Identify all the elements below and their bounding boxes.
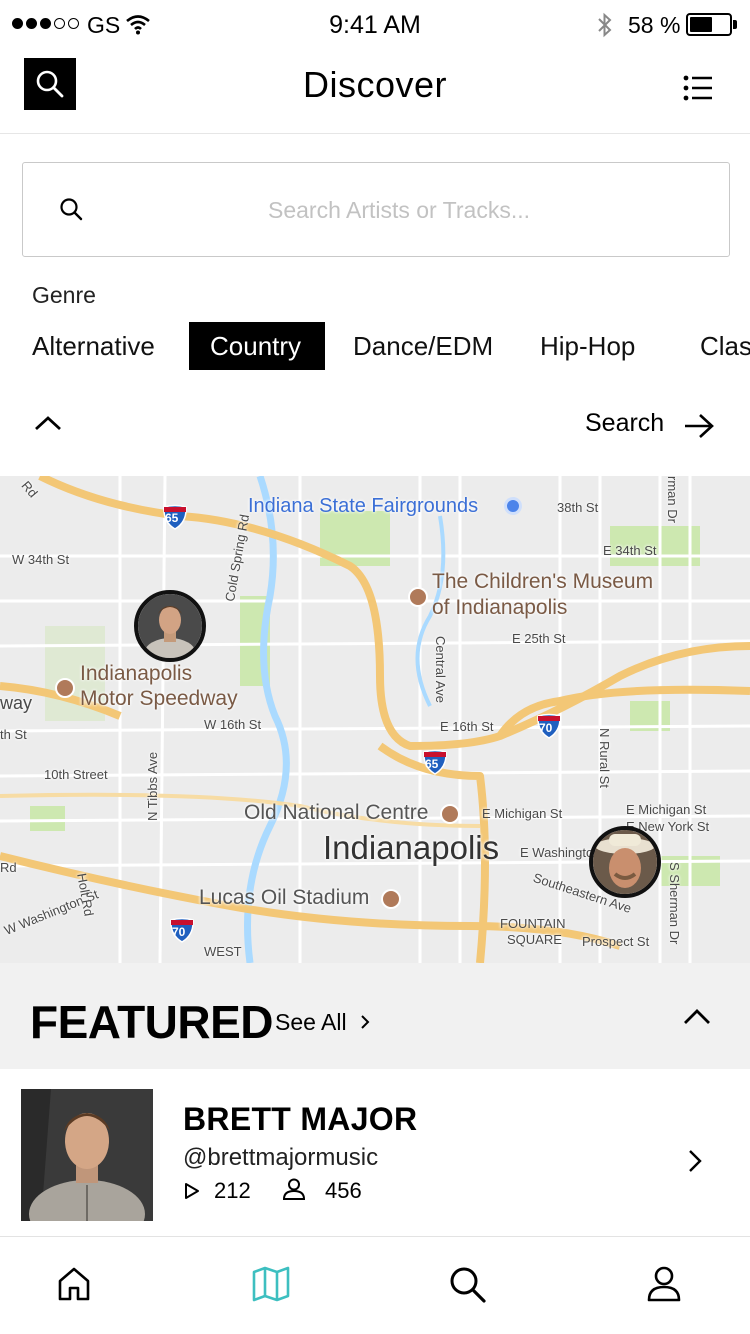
stadium-marker-icon bbox=[381, 889, 401, 909]
genre-chip-dance-edm[interactable]: Dance/EDM bbox=[332, 322, 514, 370]
map-label-th-st: th St bbox=[0, 727, 27, 742]
map-label-i65-top: 65 bbox=[165, 511, 179, 525]
genre-chip-classical[interactable]: Clas bbox=[679, 322, 750, 370]
featured-title: FEATURED bbox=[30, 996, 274, 1048]
search-field[interactable] bbox=[22, 162, 730, 257]
play-count-icon bbox=[185, 1183, 199, 1199]
map-label-fairgrounds: Indiana State Fairgrounds bbox=[248, 495, 479, 517]
map-label-central: Central Ave bbox=[433, 636, 448, 703]
map-label-38th: 38th St bbox=[557, 500, 599, 515]
map-label-sherman: S Sherman Dr bbox=[667, 862, 682, 945]
user-icon[interactable] bbox=[646, 1266, 682, 1302]
follower-count: 456 bbox=[325, 1178, 362, 1203]
search-input[interactable] bbox=[119, 183, 679, 238]
followers-icon bbox=[282, 1178, 306, 1200]
map-label-w16th: W 16th St bbox=[204, 717, 262, 732]
map-label-way: way bbox=[0, 693, 33, 713]
speedway-marker-icon bbox=[55, 678, 75, 698]
map-label-e-michigan: E Michigan St bbox=[626, 802, 707, 817]
page-title: Discover bbox=[302, 64, 448, 105]
map-label-speedway-1: Indianapolis bbox=[80, 662, 193, 685]
map-label-rural: N Rural St bbox=[597, 728, 612, 788]
map-label-centre: Old National Centre bbox=[244, 801, 429, 824]
artist-avatar bbox=[593, 830, 657, 894]
map-label-rd: Rd bbox=[0, 860, 17, 875]
map-label-i65-mid: 65 bbox=[425, 757, 439, 771]
map-label-w34th: W 34th St bbox=[12, 552, 70, 567]
app-header: Discover bbox=[0, 50, 750, 134]
museum-marker-icon bbox=[408, 587, 428, 607]
bluetooth-icon bbox=[598, 12, 612, 38]
map-label-speedway-2: Motor Speedway bbox=[80, 687, 238, 710]
genre-chip-hip-hop[interactable]: Hip-Hop bbox=[519, 322, 656, 370]
artist-avatar bbox=[138, 594, 202, 658]
home-icon[interactable] bbox=[57, 1266, 91, 1302]
map-label-museum-1: The Children's Museum bbox=[432, 570, 654, 593]
map-label-fountain-2: SQUARE bbox=[507, 932, 562, 947]
list-menu-icon[interactable] bbox=[682, 74, 714, 102]
chevron-right-icon[interactable] bbox=[688, 1149, 702, 1173]
genre-chip-alternative[interactable]: Alternative bbox=[11, 322, 176, 370]
map-label-i70-bottom: 70 bbox=[172, 925, 186, 939]
map-view[interactable]: 65 65 70 70 Indiana State Fairgrounds 38… bbox=[0, 476, 750, 963]
battery-nub bbox=[733, 20, 737, 29]
venue-marker-icon bbox=[440, 804, 460, 824]
featured-artist-row[interactable]: BRETT MAJOR @brettmajormusic 212 456 bbox=[0, 1069, 750, 1237]
artist-pin-cowboy[interactable] bbox=[589, 826, 661, 898]
place-marker-icon bbox=[504, 497, 522, 515]
status-bar: GS 9:41 AM 58 % bbox=[0, 0, 750, 50]
genre-selector: Alternative Country Dance/EDM Hip-Hop Cl… bbox=[0, 322, 750, 370]
play-count: 212 bbox=[214, 1178, 251, 1203]
bottom-tab-bar bbox=[0, 1238, 750, 1334]
featured-section-header: FEATURED See All bbox=[0, 963, 750, 1069]
map-label-sherman-top: rman Dr bbox=[665, 476, 680, 523]
genre-label: Genre bbox=[32, 282, 96, 308]
see-all-link[interactable]: See All bbox=[275, 1009, 347, 1036]
map-label-michigan: E Michigan St bbox=[482, 806, 563, 821]
artist-handle: @brettmajormusic bbox=[183, 1144, 379, 1171]
map-label-lucas: Lucas Oil Stadium bbox=[199, 886, 370, 909]
map-label-fountain-1: FOUNTAIN bbox=[500, 916, 566, 931]
map-label-tibbs: N Tibbs Ave bbox=[145, 751, 160, 821]
map-label-museum-2: of Indianapolis bbox=[432, 596, 568, 619]
map-label-west: WEST bbox=[204, 944, 242, 959]
genre-chip-country[interactable]: Country bbox=[189, 322, 325, 370]
artist-portrait bbox=[21, 1089, 153, 1221]
map-label-10th: 10th Street bbox=[44, 767, 108, 782]
map-icon[interactable] bbox=[252, 1266, 290, 1302]
arrow-right-icon[interactable] bbox=[683, 413, 715, 439]
search-icon bbox=[60, 198, 83, 221]
artist-pin-brett[interactable] bbox=[134, 590, 206, 662]
search-icon[interactable] bbox=[449, 1266, 487, 1304]
search-submit-link[interactable]: Search bbox=[585, 409, 664, 438]
collapse-featured-icon[interactable] bbox=[682, 1006, 712, 1026]
chevron-right-icon[interactable] bbox=[360, 1014, 370, 1030]
battery-percent: 58 % bbox=[628, 12, 681, 38]
map-label-e34th: E 34th St bbox=[603, 543, 657, 558]
map-label-prospect: Prospect St bbox=[582, 934, 650, 949]
collapse-filters-icon[interactable] bbox=[34, 414, 62, 432]
map-label-i70-right: 70 bbox=[539, 721, 553, 735]
map-label-e25th: E 25th St bbox=[512, 631, 566, 646]
battery-icon bbox=[686, 13, 732, 36]
artist-name: BRETT MAJOR bbox=[183, 1101, 418, 1137]
map-label-city: Indianapolis bbox=[323, 829, 500, 866]
artist-photo bbox=[21, 1089, 153, 1221]
map-label-e16th: E 16th St bbox=[440, 719, 494, 734]
